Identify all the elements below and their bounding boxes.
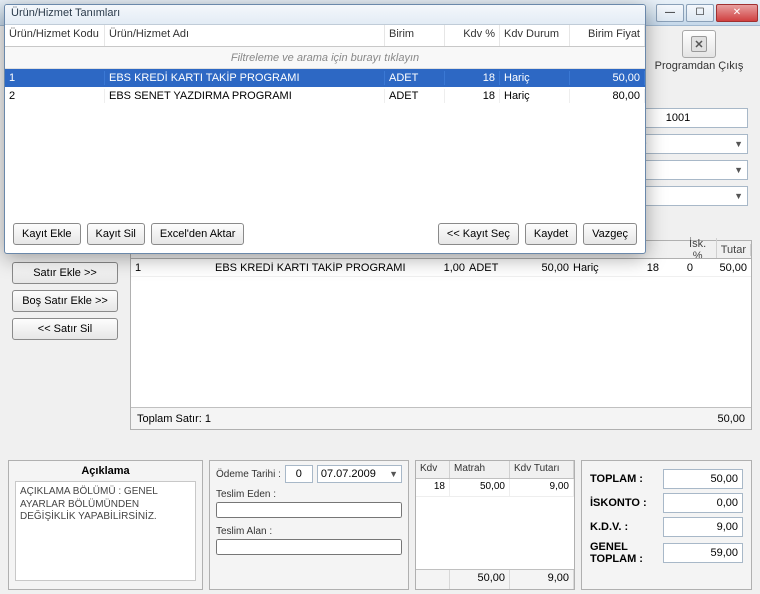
excel-import-button[interactable]: Excel'den Aktar	[151, 223, 244, 245]
main-window: — ☐ ✕ ✕ Programdan Çıkış kında 7.2009▼ 9…	[0, 0, 760, 594]
modal-title: Ürün/Hizmet Tanımları	[5, 5, 645, 25]
odeme-tarihi-label: Ödeme Tarihi :	[216, 469, 281, 480]
iskonto-value[interactable]	[663, 493, 743, 513]
add-empty-row-button[interactable]: Boş Satır Ekle >>	[12, 290, 118, 312]
odeme-tarih-combo[interactable]: 07.07.2009▼	[317, 465, 402, 483]
kdv-panel: Kdv Matrah Kdv Tutarı 18 50,00 9,00 50,0…	[415, 460, 575, 590]
genel-toplam-value[interactable]	[663, 543, 743, 563]
modal-filter-row[interactable]: Filtreleme ve arama için burayı tıklayın	[5, 47, 645, 69]
iskonto-label: İSKONTO :	[590, 497, 647, 509]
product-definitions-modal: Ürün/Hizmet Tanımları Ürün/Hizmet Kodu Ü…	[4, 4, 646, 254]
modal-grid[interactable]: Ürün/Hizmet Kodu Ürün/Hizmet Adı Birim K…	[5, 25, 645, 205]
teslim-eden-input[interactable]	[216, 502, 402, 518]
delete-row-button[interactable]: << Satır Sil	[12, 318, 118, 340]
chevron-down-icon: ▼	[734, 165, 743, 175]
close-icon: ✕	[691, 36, 707, 52]
save-button[interactable]: Kaydet	[525, 223, 577, 245]
exit-button[interactable]: ✕	[682, 30, 716, 58]
add-row-button[interactable]: Satır Ekle >>	[12, 262, 118, 284]
toplam-label: TOPLAM :	[590, 473, 643, 485]
chevron-down-icon: ▼	[734, 191, 743, 201]
teslim-eden-label: Teslim Eden :	[216, 489, 402, 500]
odeme-gun-input[interactable]	[285, 465, 313, 483]
chevron-down-icon: ▼	[389, 469, 398, 479]
aciklama-panel: Açıklama AÇIKLAMA BÖLÜMÜ : GENEL AYARLAR…	[8, 460, 203, 590]
record-select-button[interactable]: << Kayıt Seç	[438, 223, 519, 245]
kdv-label: K.D.V. :	[590, 521, 628, 533]
window-minimize[interactable]: —	[656, 4, 684, 22]
line-grid[interactable]: 1 EBS KREDİ KARTI TAKİP PROGRAMI 1,00 AD…	[130, 258, 752, 430]
totals-panel: TOPLAM : İSKONTO : K.D.V. : GENEL TOPLAM…	[581, 460, 752, 590]
table-row[interactable]: 2 EBS SENET YAZDIRMA PROGRAMI ADET 18 Ha…	[5, 87, 645, 105]
kdv-value[interactable]	[663, 517, 743, 537]
window-close[interactable]: ✕	[716, 4, 758, 22]
total-rows-amount: 50,00	[717, 413, 745, 425]
record-delete-button[interactable]: Kayıt Sil	[87, 223, 145, 245]
aciklama-title: Açıklama	[15, 465, 196, 477]
chevron-down-icon: ▼	[734, 139, 743, 149]
table-row[interactable]: 1 EBS KREDİ KARTI TAKİP PROGRAMI ADET 18…	[5, 69, 645, 87]
record-add-button[interactable]: Kayıt Ekle	[13, 223, 81, 245]
teslim-alan-input[interactable]	[216, 539, 402, 555]
payment-panel: Ödeme Tarihi : 07.07.2009▼ Teslim Eden :…	[209, 460, 409, 590]
toplam-value[interactable]	[663, 469, 743, 489]
table-row[interactable]: 1 EBS KREDİ KARTI TAKİP PROGRAMI 1,00 AD…	[131, 259, 751, 277]
cancel-button[interactable]: Vazgeç	[583, 223, 637, 245]
window-maximize[interactable]: ☐	[686, 4, 714, 22]
modal-grid-header: Ürün/Hizmet Kodu Ürün/Hizmet Adı Birim K…	[5, 25, 645, 47]
teslim-alan-label: Teslim Alan :	[216, 526, 402, 537]
kdv-row: 18 50,00 9,00	[416, 479, 574, 497]
genel-toplam-label: GENEL TOPLAM :	[590, 541, 663, 565]
aciklama-text[interactable]: AÇIKLAMA BÖLÜMÜ : GENEL AYARLAR BÖLÜMÜND…	[15, 481, 196, 581]
toolbar-exit-area: ✕ Programdan Çıkış	[644, 30, 754, 72]
exit-label: Programdan Çıkış	[652, 60, 746, 72]
line-grid-footer: Toplam Satır: 1 50,00	[131, 407, 751, 429]
total-rows-label: Toplam Satır: 1	[137, 413, 211, 425]
